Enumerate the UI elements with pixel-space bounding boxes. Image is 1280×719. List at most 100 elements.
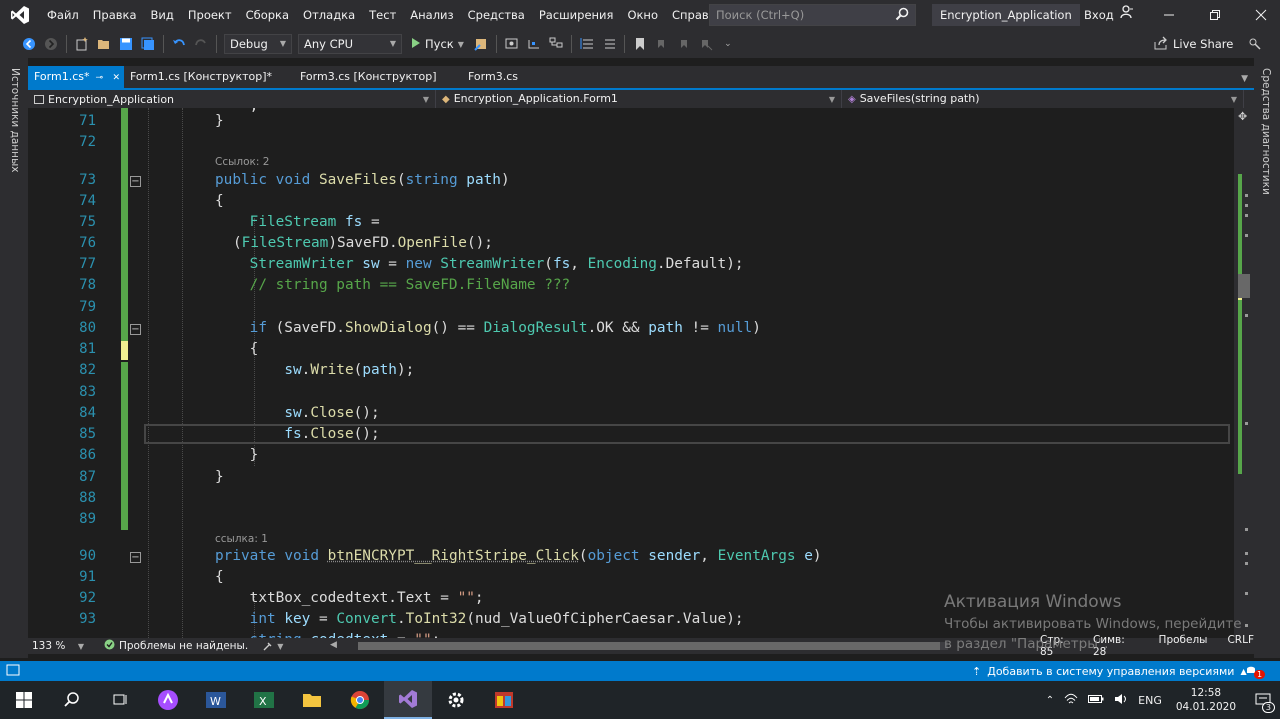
menu-analyze[interactable]: Анализ bbox=[403, 0, 460, 30]
horizontal-scroll-thumb[interactable] bbox=[358, 642, 940, 650]
alice-assistant-icon[interactable] bbox=[144, 681, 192, 719]
excel-icon[interactable]: X bbox=[240, 681, 288, 719]
tab-form1-cs[interactable]: Form1.cs* ⊸ ✕ bbox=[28, 66, 124, 88]
clear-bookmarks-icon[interactable] bbox=[695, 33, 717, 55]
notifications-button[interactable]: 1 bbox=[1244, 663, 1266, 680]
project-dropdown[interactable]: Encryption_Application ▼ bbox=[28, 90, 436, 108]
uncomment-lines-icon[interactable] bbox=[598, 33, 620, 55]
feedback-icon[interactable] bbox=[1244, 33, 1266, 55]
input-language[interactable]: ENG bbox=[1138, 694, 1162, 707]
file-explorer-icon[interactable] bbox=[288, 681, 336, 719]
visual-studio-logo-icon[interactable] bbox=[0, 0, 40, 30]
chrome-icon[interactable] bbox=[336, 681, 384, 719]
brush-icon[interactable]: ▼ bbox=[262, 640, 283, 652]
navigate-back-icon[interactable] bbox=[18, 33, 40, 55]
attach-process-icon[interactable] bbox=[470, 33, 492, 55]
tray-overflow-icon[interactable]: ⌃ bbox=[1046, 695, 1054, 706]
scroll-marker bbox=[1245, 214, 1248, 217]
pin-icon[interactable]: ⊸ bbox=[95, 73, 103, 83]
volume-icon[interactable] bbox=[1114, 693, 1128, 708]
status-bar: ⇡ Добавить в систему управления версиями… bbox=[0, 661, 1280, 681]
comment-lines-icon[interactable] bbox=[576, 33, 598, 55]
code-line: { bbox=[215, 193, 224, 209]
issues-indicator[interactable]: Проблемы не найдены. bbox=[104, 639, 248, 653]
undo-icon[interactable] bbox=[168, 33, 190, 55]
data-sources-tab[interactable]: Источники данных bbox=[9, 68, 21, 173]
word-icon[interactable]: W bbox=[192, 681, 240, 719]
menu-window[interactable]: Окно bbox=[620, 0, 665, 30]
open-file-icon[interactable] bbox=[93, 33, 115, 55]
navigate-forward-icon[interactable] bbox=[40, 33, 62, 55]
menu-edit[interactable]: Правка bbox=[86, 0, 144, 30]
line-number: 93 bbox=[79, 611, 96, 627]
zoom-select[interactable]: 133 % ▼ bbox=[28, 640, 88, 652]
split-icon[interactable]: ✥ bbox=[1238, 110, 1247, 123]
platform-select[interactable]: Any CPU ▼ bbox=[298, 34, 402, 54]
hierarchy-icon[interactable] bbox=[545, 33, 567, 55]
configuration-select[interactable]: Debug ▼ bbox=[224, 34, 292, 54]
close-button[interactable] bbox=[1238, 0, 1280, 30]
maximize-button[interactable] bbox=[1192, 0, 1238, 30]
chevron-down-icon: ▼ bbox=[457, 39, 464, 49]
line-number: 78 bbox=[79, 277, 96, 293]
code-line: { bbox=[215, 341, 259, 357]
next-bookmark-icon[interactable] bbox=[673, 33, 695, 55]
tab-form1-designer[interactable]: Form1.cs [Конструктор]* bbox=[124, 66, 294, 88]
save-all-icon[interactable] bbox=[137, 33, 159, 55]
menu-build[interactable]: Сборка bbox=[239, 0, 296, 30]
signin-button[interactable]: Вход bbox=[1084, 0, 1134, 30]
zoom-value: 133 % bbox=[32, 640, 66, 652]
toolbar-separator bbox=[570, 35, 572, 53]
member-dropdown[interactable]: ◈ SaveFiles(string path) ▼ bbox=[842, 90, 1244, 108]
line-number: 76 bbox=[79, 235, 96, 251]
scroll-left-icon[interactable]: ◀ bbox=[330, 640, 337, 650]
chevron-down-icon: ▼ bbox=[77, 641, 84, 651]
visual-studio-taskbar-icon[interactable] bbox=[384, 681, 432, 719]
step-icon[interactable] bbox=[523, 33, 545, 55]
code-line: } bbox=[215, 447, 259, 463]
line-number: 71 bbox=[79, 113, 96, 129]
new-project-icon[interactable] bbox=[71, 33, 93, 55]
bookmark-icon[interactable] bbox=[629, 33, 651, 55]
code-editor[interactable]: − − − ; 71} 72 Ссылок: 2 73public void S… bbox=[28, 108, 1234, 638]
scroll-thumb[interactable] bbox=[1238, 274, 1250, 298]
taskbar-search-icon[interactable] bbox=[48, 681, 96, 719]
start-button[interactable] bbox=[0, 681, 48, 719]
action-center-button[interactable]: 3 bbox=[1246, 693, 1280, 713]
search-input[interactable]: Поиск (Ctrl+Q) bbox=[709, 4, 916, 26]
scroll-marker bbox=[1245, 422, 1248, 425]
menu-project[interactable]: Проект bbox=[181, 0, 239, 30]
source-control-button[interactable]: ⇡ Добавить в систему управления версиями… bbox=[972, 665, 1247, 678]
tab-form3-designer[interactable]: Form3.cs [Конструктор] bbox=[294, 66, 462, 88]
network-icon[interactable] bbox=[1064, 693, 1078, 708]
close-icon[interactable]: ✕ bbox=[113, 73, 121, 83]
start-button[interactable]: Пуск ▼ bbox=[411, 37, 464, 52]
save-icon[interactable] bbox=[115, 33, 137, 55]
tab-form3-cs[interactable]: Form3.cs bbox=[462, 66, 572, 88]
browser-link-icon[interactable] bbox=[501, 33, 523, 55]
battery-icon[interactable] bbox=[1088, 694, 1104, 707]
menu-extensions[interactable]: Расширения bbox=[532, 0, 621, 30]
menu-debug[interactable]: Отладка bbox=[296, 0, 362, 30]
menu-test[interactable]: Тест bbox=[362, 0, 403, 30]
menu-tools[interactable]: Средства bbox=[461, 0, 532, 30]
line-number: 92 bbox=[79, 590, 96, 606]
class-dropdown[interactable]: ◆ Encryption_Application.Form1 ▼ bbox=[436, 90, 842, 108]
settings-icon[interactable] bbox=[432, 681, 480, 719]
tab-overflow-icon[interactable]: ▼ bbox=[1241, 74, 1248, 84]
diagnostic-tools-tab[interactable]: Средства диагностики bbox=[1260, 68, 1272, 195]
minimize-button[interactable] bbox=[1146, 0, 1192, 30]
toolbar-overflow-icon[interactable]: ⌄ bbox=[717, 33, 739, 55]
app-window-icon[interactable] bbox=[480, 681, 528, 719]
redo-icon[interactable] bbox=[190, 33, 212, 55]
horizontal-scrollbar[interactable] bbox=[358, 642, 948, 650]
task-view-icon[interactable] bbox=[96, 681, 144, 719]
vertical-scrollbar[interactable]: ✥ bbox=[1234, 108, 1254, 638]
live-share-button[interactable]: Live Share bbox=[1154, 30, 1233, 58]
prev-bookmark-icon[interactable] bbox=[651, 33, 673, 55]
menu-view[interactable]: Вид bbox=[144, 0, 181, 30]
member-name: SaveFiles(string path) bbox=[859, 92, 980, 105]
menu-file[interactable]: Файл bbox=[40, 0, 86, 30]
clock-date: 04.01.2020 bbox=[1175, 701, 1236, 713]
clock[interactable]: 12:58 04.01.2020 bbox=[1176, 686, 1236, 714]
